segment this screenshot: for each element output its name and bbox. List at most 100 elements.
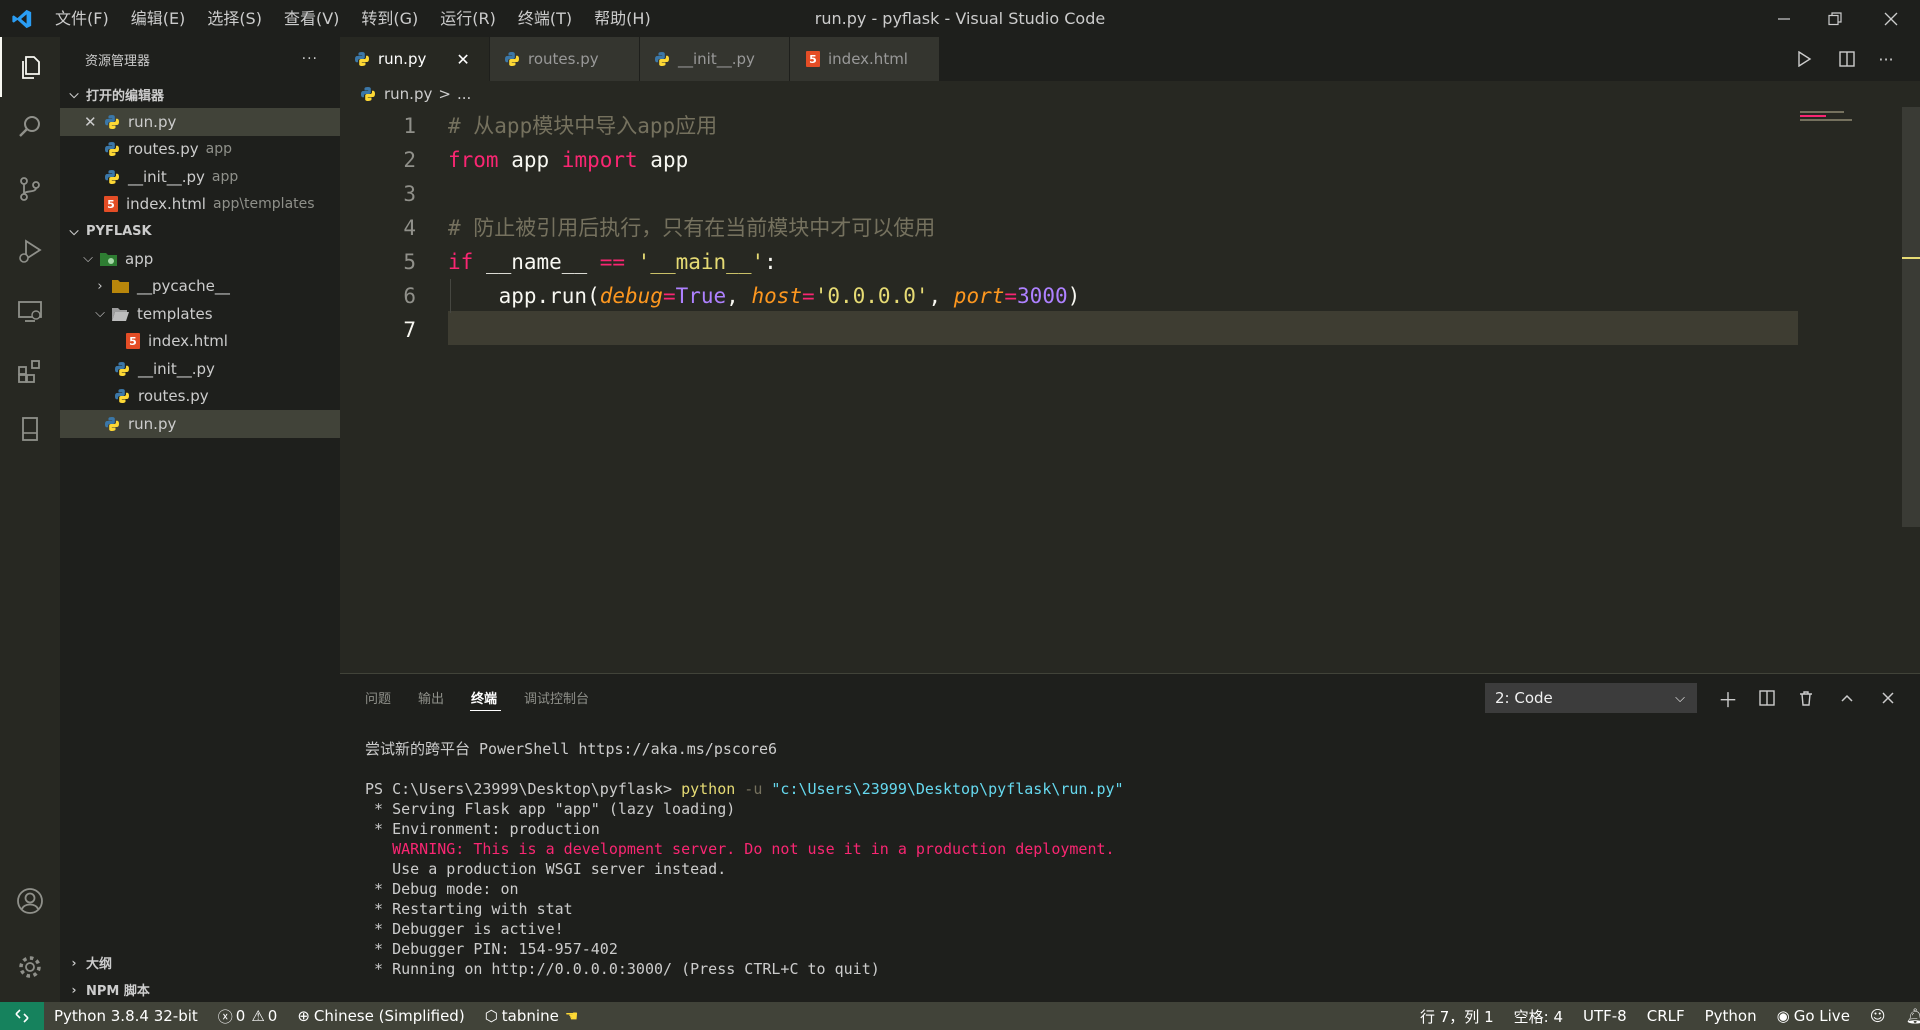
more-actions-button[interactable]: ··· xyxy=(302,51,318,67)
line-number: 3 xyxy=(403,182,416,206)
encoding[interactable]: UTF-8 xyxy=(1573,1007,1637,1025)
close-window-button[interactable] xyxy=(1862,0,1920,37)
go-live-button[interactable]: ◉ Go Live xyxy=(1767,1007,1860,1025)
open-editor-detail: app xyxy=(205,141,232,158)
maximize-panel-icon[interactable] xyxy=(1832,683,1862,713)
python-file-icon xyxy=(105,142,119,157)
menu-help[interactable]: 帮助(H) xyxy=(583,0,662,37)
terminal-line: * Running on http://0.0.0.0:3000/ (Press… xyxy=(365,960,880,978)
account-icon[interactable] xyxy=(0,871,60,931)
tabnine-status[interactable]: ⬡ tabnine ☚ xyxy=(475,1007,589,1025)
tree-file-run-py[interactable]: run.py xyxy=(60,410,340,438)
split-icon xyxy=(1839,51,1855,67)
open-editors-header[interactable]: ⌵ 打开的编辑器 xyxy=(60,81,340,108)
menu-selection[interactable]: 选择(S) xyxy=(196,0,273,37)
open-editor-routes-py[interactable]: routes.py app xyxy=(60,136,340,164)
open-editor-label: run.py xyxy=(128,112,177,131)
split-terminal-icon[interactable] xyxy=(1752,683,1782,713)
close-panel-icon[interactable] xyxy=(1873,683,1903,713)
end-of-line[interactable]: CRLF xyxy=(1637,1007,1695,1025)
close-tab-icon[interactable]: ✕ xyxy=(456,50,469,69)
open-editor-run-py[interactable]: ✕ run.py xyxy=(60,108,340,136)
terminal-line: PS C:\Users\23999\Desktop\pyflask> pytho… xyxy=(365,780,1124,798)
tab-terminal[interactable]: 终端 xyxy=(471,688,497,707)
python-file-icon xyxy=(115,389,129,404)
explorer-icon[interactable] xyxy=(0,37,60,97)
run-file-button[interactable] xyxy=(1792,47,1816,71)
tree-folder-app[interactable]: ⌵ app xyxy=(60,245,340,273)
editor-scrollbar[interactable] xyxy=(1902,107,1920,527)
tab-run-py[interactable]: run.py ✕ xyxy=(340,37,490,81)
run-debug-icon[interactable] xyxy=(0,221,60,281)
terminal-line: 尝试新的跨平台 PowerShell https://aka.ms/pscore… xyxy=(365,740,778,758)
tree-folder-pycache[interactable]: › __pycache__ xyxy=(60,273,340,301)
breadcrumb-file[interactable]: run.py xyxy=(384,85,432,103)
notifications-bell-icon[interactable]: 🔔︎ xyxy=(1896,1007,1920,1025)
tree-file-index-html[interactable]: 5 index.html xyxy=(60,328,340,356)
terminal-select-value: 2: Code xyxy=(1495,689,1553,707)
tree-label: templates xyxy=(137,304,213,323)
menu-edit[interactable]: 编辑(E) xyxy=(120,0,197,37)
code-line-5: if __name__ == '__main__': xyxy=(448,250,777,274)
menu-run[interactable]: 运行(R) xyxy=(429,0,507,37)
device-icon[interactable] xyxy=(0,399,60,459)
terminal-line: * Restarting with stat xyxy=(365,900,573,918)
search-icon[interactable] xyxy=(0,97,60,157)
terminal-line: * Debug mode: on xyxy=(365,880,519,898)
open-editor-index-html[interactable]: 5 index.html app\templates xyxy=(60,191,340,219)
breadcrumb-separator: > xyxy=(438,85,451,103)
chevron-right-icon: › xyxy=(71,955,77,970)
python-file-icon xyxy=(361,87,375,101)
restore-button[interactable] xyxy=(1806,0,1864,37)
minimap[interactable] xyxy=(1800,111,1854,121)
terminal-select[interactable]: 2: Code ⌵ xyxy=(1485,683,1697,713)
menu-go[interactable]: 转到(G) xyxy=(350,0,429,37)
remote-explorer-icon[interactable] xyxy=(0,281,60,341)
code-line-1: # 从app模块中导入app应用 xyxy=(448,114,718,138)
outline-header[interactable]: › 大纲 xyxy=(60,949,340,976)
indentation[interactable]: 空格: 4 xyxy=(1504,1006,1573,1027)
tree-file-init-py[interactable]: __init__.py xyxy=(60,355,340,383)
open-editor-label: routes.py xyxy=(128,140,199,159)
globe-icon: ⊕ xyxy=(297,1007,310,1025)
html-file-icon: 5 xyxy=(806,51,820,67)
extensions-icon[interactable] xyxy=(0,341,60,401)
minimize-button[interactable] xyxy=(1755,0,1813,37)
menu-terminal[interactable]: 终端(T) xyxy=(507,0,583,37)
menu-file[interactable]: 文件(F) xyxy=(44,0,120,37)
language-mode[interactable]: Python xyxy=(1695,1007,1767,1025)
code-editor[interactable]: 1 2 3 4 5 6 7 # 从app模块中导入app应用 from app … xyxy=(340,107,1920,673)
language-pack[interactable]: ⊕ Chinese (Simplified) xyxy=(287,1007,474,1025)
tree-file-routes-py[interactable]: routes.py xyxy=(60,383,340,411)
new-terminal-icon[interactable]: ＋ xyxy=(1713,683,1743,713)
python-file-icon xyxy=(655,52,669,66)
problems-indicator[interactable]: ⓧ 0 ⚠ 0 xyxy=(208,1006,288,1027)
cursor-position[interactable]: 行 7，列 1 xyxy=(1410,1006,1504,1027)
hand-icon: ☚ xyxy=(564,1007,579,1025)
split-editor-button[interactable] xyxy=(1835,47,1859,71)
tree-label: routes.py xyxy=(138,387,209,406)
tree-folder-templates[interactable]: ⌵ templates xyxy=(60,300,340,328)
tab-index-html[interactable]: 5 index.html xyxy=(790,37,940,81)
close-icon[interactable]: ✕ xyxy=(84,113,100,131)
tab-routes-py[interactable]: routes.py xyxy=(490,37,640,81)
app-folder-icon xyxy=(100,252,117,266)
tab-output[interactable]: 输出 xyxy=(418,688,444,707)
python-interpreter[interactable]: Python 3.8.4 32-bit xyxy=(44,1007,208,1025)
menu-view[interactable]: 查看(V) xyxy=(273,0,350,37)
feedback-icon[interactable]: ☺ xyxy=(1860,1007,1896,1025)
python-file-icon xyxy=(355,52,369,66)
source-control-icon[interactable] xyxy=(0,159,60,219)
trash-icon[interactable] xyxy=(1791,683,1821,713)
tab-problems[interactable]: 问题 xyxy=(365,688,391,707)
npm-scripts-header[interactable]: › NPM 脚本 xyxy=(60,976,340,1003)
breadcrumb-symbols[interactable]: ... xyxy=(457,85,471,103)
open-editor-init-py[interactable]: __init__.py app xyxy=(60,163,340,191)
project-header[interactable]: ⌵ PYFLASK xyxy=(60,218,340,245)
tab-init-py[interactable]: __init__.py xyxy=(640,37,790,81)
status-bar: Python 3.8.4 32-bit ⓧ 0 ⚠ 0 ⊕ Chinese (Simp… xyxy=(0,1002,1920,1030)
tab-debug-console[interactable]: 调试控制台 xyxy=(524,688,589,707)
editor-more-icon[interactable]: ··· xyxy=(1874,47,1898,71)
remote-indicator-icon[interactable] xyxy=(0,1002,44,1030)
settings-gear-icon[interactable] xyxy=(0,937,60,997)
